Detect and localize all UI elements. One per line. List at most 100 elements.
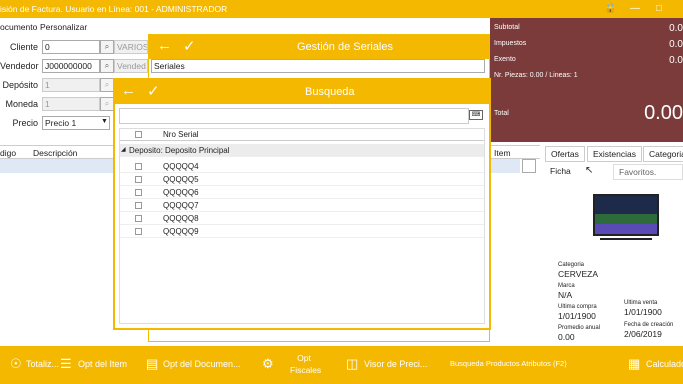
app-window: isión de Factura. Usuario en Línea: 001 … bbox=[0, 0, 683, 384]
cliente-label: Cliente bbox=[9, 42, 38, 52]
opt-item-button[interactable]: Opt del Item bbox=[78, 359, 127, 369]
group-label: Deposito: Deposito Principal bbox=[129, 146, 230, 155]
keyboard-icon[interactable]: ⌨ bbox=[469, 110, 483, 120]
promedio-value: 0.00 bbox=[558, 332, 575, 342]
calculator-icon[interactable]: ▦ bbox=[628, 356, 640, 372]
vendedor-label: Vendedor bbox=[0, 61, 39, 71]
busqueda-dialog-header: ← ✓ Busqueda bbox=[115, 80, 489, 104]
maximize-icon[interactable]: □ bbox=[656, 3, 662, 14]
list-item[interactable]: QQQQQ8 bbox=[119, 212, 485, 225]
cliente-search-icon[interactable]: ⌕ bbox=[100, 40, 114, 54]
list-item[interactable]: QQQQQ6 bbox=[119, 186, 485, 199]
busqueda-search-input[interactable] bbox=[119, 108, 469, 124]
row-checkbox[interactable] bbox=[135, 163, 142, 170]
list-header: Nro Serial bbox=[119, 128, 485, 141]
group-row[interactable]: ◢ Deposito: Deposito Principal bbox=[119, 144, 485, 157]
title-bar: isión de Factura. Usuario en Línea: 001 … bbox=[0, 0, 683, 18]
tab-ofertas[interactable]: Ofertas bbox=[545, 146, 585, 162]
deposito-search-icon[interactable]: ⌕ bbox=[100, 78, 114, 92]
serial-value: QQQQQ7 bbox=[163, 201, 199, 210]
serial-value: QQQQQ5 bbox=[163, 175, 199, 184]
moneda-input[interactable]: 1 bbox=[42, 97, 100, 111]
precio-select[interactable]: Precio 1 bbox=[42, 116, 110, 130]
vendedor-search-icon[interactable]: ⌕ bbox=[100, 59, 114, 73]
row-checkbox[interactable] bbox=[135, 189, 142, 196]
ultima-venta-value: 1/01/1900 bbox=[624, 307, 662, 317]
categoria-label: Categoria bbox=[558, 262, 585, 268]
tab-existencias[interactable]: Existencias bbox=[587, 146, 642, 162]
row-checkbox[interactable] bbox=[135, 202, 142, 209]
row-checkbox[interactable] bbox=[135, 215, 142, 222]
deposito-input[interactable]: 1 bbox=[42, 78, 100, 92]
cliente-input[interactable]: 0 bbox=[42, 40, 100, 54]
seriales-field[interactable]: Seriales bbox=[151, 59, 485, 73]
total-value: 0.00 bbox=[644, 102, 683, 124]
fecha-value: 2/06/2019 bbox=[624, 329, 662, 339]
back-arrow-icon[interactable]: ← bbox=[121, 82, 136, 99]
serial-value: QQQQQ6 bbox=[163, 188, 199, 197]
opt-documento-button[interactable]: Opt del Documen... bbox=[163, 359, 241, 369]
check-icon[interactable]: ✓ bbox=[147, 82, 160, 100]
collapse-icon[interactable]: ◢ bbox=[121, 146, 126, 153]
minimize-icon[interactable]: — bbox=[630, 3, 640, 14]
visor-precios-button[interactable]: Visor de Preci... bbox=[364, 359, 427, 369]
vendedor-input[interactable]: J000000000 bbox=[42, 59, 100, 73]
subtab-ficha[interactable]: Ficha bbox=[545, 164, 576, 180]
row-checkbox[interactable] bbox=[135, 228, 142, 235]
opt-fiscales-button[interactable]: Opt Fiscales bbox=[290, 352, 321, 376]
serial-value: QQQQQ9 bbox=[163, 227, 199, 236]
col-nro-serial[interactable]: Nro Serial bbox=[163, 130, 199, 139]
product-image bbox=[593, 194, 659, 236]
impuestos-label: Impuestos bbox=[494, 40, 527, 47]
seriales-dialog-header: ← ✓ Gestión de Seriales bbox=[149, 35, 489, 59]
exento-label: Exento bbox=[494, 56, 516, 63]
busqueda-dialog: ← ✓ Busqueda ⌨ Nro Serial ◢ Deposito: De… bbox=[113, 78, 491, 330]
impuestos-value: 0.0 bbox=[669, 39, 683, 50]
chevron-down-icon[interactable]: ▼ bbox=[101, 118, 108, 125]
check-icon[interactable]: ✓ bbox=[183, 37, 196, 55]
total-label: Total bbox=[494, 110, 509, 117]
col-descripcion[interactable]: Descripción bbox=[33, 148, 77, 158]
document-icon[interactable]: ▤ bbox=[146, 356, 158, 372]
summary-panel: Subtotal 0.0 Impuestos 0.0 Exento 0.0 Nr… bbox=[490, 18, 683, 142]
menu-item-documento[interactable]: ocumento bbox=[0, 22, 37, 32]
moneda-search-icon[interactable]: ⌕ bbox=[100, 97, 114, 111]
list-item[interactable]: QQQQQ4 bbox=[119, 160, 485, 173]
totalizar-button[interactable]: Totaliz... bbox=[26, 359, 59, 369]
grid-row-cell[interactable] bbox=[522, 159, 536, 173]
col-item[interactable]: Item bbox=[494, 148, 511, 158]
lock-icon[interactable]: 🔒 bbox=[604, 3, 616, 14]
subtab-favoritos[interactable]: Favoritos. bbox=[613, 164, 683, 180]
tv-stand-icon bbox=[600, 238, 652, 240]
busqueda-atributos-button[interactable]: Busqueda Productos Atributos (F2) bbox=[450, 359, 567, 368]
back-arrow-icon[interactable]: ← bbox=[157, 37, 172, 54]
menu-item-personalizar[interactable]: Personalizar bbox=[40, 22, 87, 32]
ultima-compra-value: 1/01/1900 bbox=[558, 311, 596, 321]
list-item[interactable]: QQQQQ7 bbox=[119, 199, 485, 212]
moneda-label: Moneda bbox=[5, 99, 38, 109]
row-checkbox[interactable] bbox=[135, 176, 142, 183]
list-icon[interactable]: ☰ bbox=[60, 356, 72, 372]
calculadora-button[interactable]: Calculado bbox=[646, 359, 683, 369]
visor-icon[interactable]: ◫ bbox=[346, 356, 358, 372]
marca-label: Marca bbox=[558, 283, 575, 289]
list-item[interactable]: QQQQQ9 bbox=[119, 225, 485, 238]
serial-value: QQQQQ4 bbox=[163, 162, 199, 171]
seriales-dialog-title: Gestión de Seriales bbox=[297, 41, 393, 53]
exento-value: 0.0 bbox=[669, 55, 683, 66]
busqueda-dialog-title: Busqueda bbox=[305, 86, 355, 98]
select-all-checkbox[interactable] bbox=[135, 131, 142, 138]
piezas-text: Nr. Piezas: 0.00 / Lineas: 1 bbox=[494, 72, 578, 79]
subtotal-value: 0.0 bbox=[669, 23, 683, 34]
tab-categoria[interactable]: Categoria bbox=[643, 146, 683, 162]
col-codigo[interactable]: digo bbox=[0, 148, 16, 158]
list-item[interactable]: QQQQQ5 bbox=[119, 173, 485, 186]
cursor-icon: ↖ bbox=[585, 165, 594, 176]
categoria-value: CERVEZA bbox=[558, 269, 598, 279]
fecha-label: Fecha de creación bbox=[624, 322, 674, 328]
precio-label: Precio bbox=[12, 118, 38, 128]
fiscal-icon[interactable]: ⚙ bbox=[262, 356, 274, 372]
totalizar-icon[interactable]: ☉ bbox=[10, 356, 22, 372]
marca-value: N/A bbox=[558, 290, 573, 300]
bottom-toolbar: ☉ Totaliz... ☰ Opt del Item ▤ Opt del Do… bbox=[0, 346, 683, 384]
